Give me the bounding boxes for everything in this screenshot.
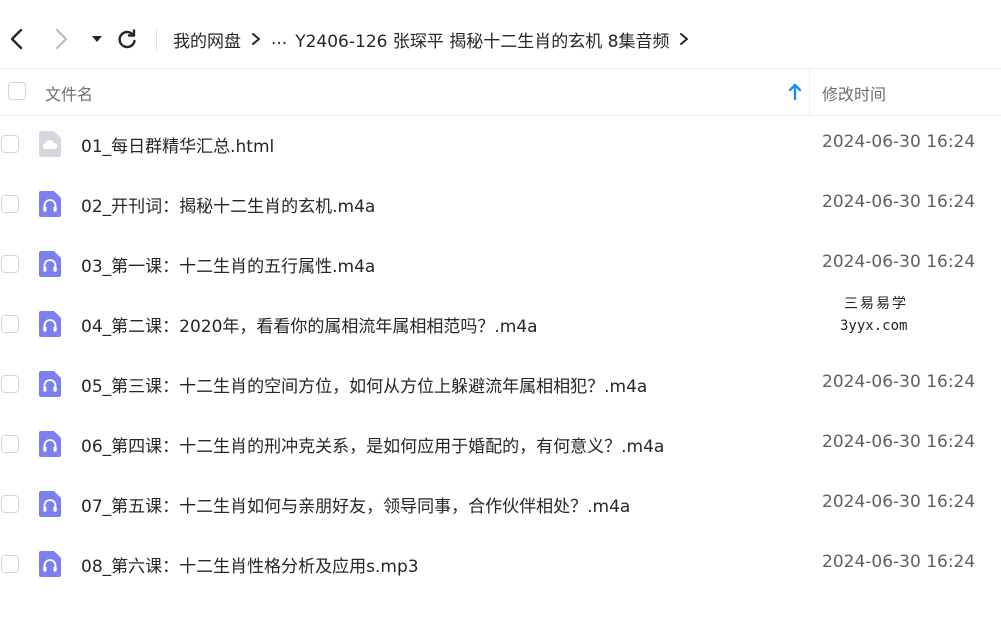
refresh-icon bbox=[118, 29, 136, 49]
audio-file-icon bbox=[39, 191, 61, 217]
chevron-right-icon bbox=[55, 28, 68, 50]
select-all-checkbox[interactable] bbox=[8, 82, 26, 100]
forward-button[interactable] bbox=[44, 22, 78, 56]
row-checkbox[interactable] bbox=[1, 255, 19, 273]
refresh-button[interactable] bbox=[110, 22, 144, 56]
cloud-doc-icon bbox=[39, 131, 61, 157]
modified-time: 2024-06-30 16:24 bbox=[822, 492, 976, 512]
file-name[interactable]: 06_第四课：十二生肖的刑冲克关系，是如何应用于婚配的，有何意义？.m4a bbox=[81, 432, 664, 457]
row-checkbox[interactable] bbox=[1, 495, 19, 513]
file-name[interactable]: 08_第六课：十二生肖性格分析及应用s.mp3 bbox=[81, 552, 419, 577]
breadcrumb-current-folder[interactable]: Y2406-126 张琛平 揭秘十二生肖的玄机 8集音频 bbox=[295, 27, 669, 52]
watermark-title: 三易易学 bbox=[844, 296, 908, 312]
row-checkbox[interactable] bbox=[1, 435, 19, 453]
audio-file-icon bbox=[39, 491, 61, 517]
modified-time: 2024-06-30 16:24 bbox=[822, 132, 976, 152]
chevron-left-icon bbox=[10, 28, 23, 50]
modified-time: 2024-06-30 16:24 bbox=[822, 552, 976, 572]
modified-time: 2024-06-30 16:24 bbox=[822, 192, 976, 212]
breadcrumb: 我的网盘 ... Y2406-126 张琛平 揭秘十二生肖的玄机 8集音频 bbox=[173, 24, 699, 54]
file-name[interactable]: 01_每日群精华汇总.html bbox=[81, 132, 274, 157]
row-checkbox[interactable] bbox=[1, 555, 19, 573]
file-row[interactable]: 03_第一课：十二生肖的五行属性.m4a 2024-06-30 16:24 bbox=[0, 234, 1001, 294]
breadcrumb-ellipsis[interactable]: ... bbox=[271, 29, 287, 49]
column-divider[interactable] bbox=[809, 69, 810, 115]
row-checkbox[interactable] bbox=[1, 315, 19, 333]
audio-file-icon bbox=[39, 431, 61, 457]
toolbar: 我的网盘 ... Y2406-126 张琛平 揭秘十二生肖的玄机 8集音频 bbox=[0, 0, 1001, 68]
audio-file-icon bbox=[39, 311, 61, 337]
row-checkbox[interactable] bbox=[1, 375, 19, 393]
audio-file-icon bbox=[39, 371, 61, 397]
file-name[interactable]: 02_开刊词：揭秘十二生肖的玄机.m4a bbox=[81, 192, 375, 217]
modified-time: 2024-06-30 16:24 bbox=[822, 252, 976, 272]
file-name[interactable]: 05_第三课：十二生肖的空间方位，如何从方位上躲避流年属相相犯？.m4a bbox=[81, 372, 647, 397]
file-name[interactable]: 07_第五课：十二生肖如何与亲朋好友，领导同事，合作伙伴相处？.m4a bbox=[81, 492, 630, 517]
audio-file-icon bbox=[39, 251, 61, 277]
file-name[interactable]: 04_第二课：2020年，看看你的属相流年属相相范吗？.m4a bbox=[81, 312, 538, 337]
breadcrumb-trailing-separator-icon bbox=[679, 32, 689, 46]
back-button[interactable] bbox=[0, 22, 34, 56]
file-row[interactable]: 06_第四课：十二生肖的刑冲克关系，是如何应用于婚配的，有何意义？.m4a 20… bbox=[0, 414, 1001, 474]
caret-down-icon bbox=[92, 36, 102, 42]
file-row[interactable]: 02_开刊词：揭秘十二生肖的玄机.m4a 2024-06-30 16:24 bbox=[0, 174, 1001, 234]
site-watermark: 三易易学 3yyx.com bbox=[832, 294, 942, 342]
file-row[interactable]: 07_第五课：十二生肖如何与亲朋好友，领导同事，合作伙伴相处？.m4a 2024… bbox=[0, 474, 1001, 534]
column-header-modified-time[interactable]: 修改时间 bbox=[822, 81, 886, 105]
history-dropdown-button[interactable] bbox=[80, 22, 114, 56]
file-list-header: 文件名 修改时间 bbox=[0, 68, 1001, 116]
file-row[interactable]: 08_第六课：十二生肖性格分析及应用s.mp3 2024-06-30 16:24 bbox=[0, 534, 1001, 594]
column-header-name[interactable]: 文件名 bbox=[45, 81, 93, 105]
file-row[interactable]: 05_第三课：十二生肖的空间方位，如何从方位上躲避流年属相相犯？.m4a 202… bbox=[0, 354, 1001, 414]
row-checkbox[interactable] bbox=[1, 135, 19, 153]
toolbar-divider bbox=[156, 28, 157, 52]
modified-time: 2024-06-30 16:24 bbox=[822, 432, 976, 452]
arrow-up-icon[interactable] bbox=[786, 82, 804, 102]
watermark-url: 3yyx.com bbox=[840, 318, 908, 334]
row-checkbox[interactable] bbox=[1, 195, 19, 213]
modified-time: 2024-06-30 16:24 bbox=[822, 372, 976, 392]
audio-file-icon bbox=[39, 551, 61, 577]
file-name[interactable]: 03_第一课：十二生肖的五行属性.m4a bbox=[81, 252, 375, 277]
breadcrumb-separator-icon bbox=[251, 32, 261, 46]
file-row[interactable]: 01_每日群精华汇总.html 2024-06-30 16:24 bbox=[0, 114, 1001, 174]
breadcrumb-root[interactable]: 我的网盘 bbox=[173, 27, 241, 52]
